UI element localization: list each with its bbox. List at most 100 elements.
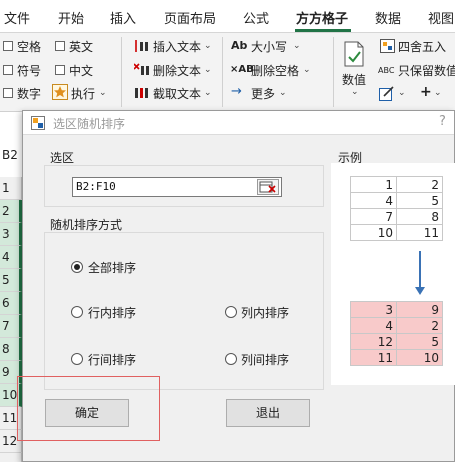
- example-cell: 2: [396, 317, 443, 334]
- plus-icon: +: [420, 84, 432, 100]
- keep-numbers-label: 只保留数值: [398, 64, 455, 78]
- radio-sort-between-rows[interactable]: [71, 353, 83, 365]
- option-label: 列间排序: [241, 353, 290, 367]
- chevron-down-icon: ⌄: [351, 87, 359, 97]
- chevron-down-icon: ⌄: [293, 41, 301, 51]
- round-label: 四舍五入: [398, 40, 447, 54]
- radio-sort-all[interactable]: [71, 261, 83, 273]
- example-row: 12 5: [350, 333, 443, 350]
- range-select-icon: [259, 181, 276, 193]
- dialog-title: 选区随机排序: [53, 117, 126, 131]
- insert-text-icon: [135, 40, 148, 52]
- example-row: 11 10: [350, 349, 443, 366]
- round-icon: [380, 39, 395, 53]
- app-icon: [31, 116, 45, 130]
- radio-sort-between-columns[interactable]: [225, 353, 237, 365]
- ribbon-tabs: 文件 开始 插入 页面布局 公式 方方格子 数据 视图: [0, 0, 455, 33]
- tab-formulas[interactable]: 公式: [243, 8, 269, 27]
- tab-home[interactable]: 开始: [58, 8, 84, 27]
- tab-page-layout[interactable]: 页面布局: [164, 8, 216, 27]
- example-cell: 7: [350, 208, 397, 225]
- example-cell: 5: [396, 192, 443, 209]
- arrow-right-icon: →: [231, 84, 242, 99]
- example-panel: 1 2 4 5 7 8 10 11 3 9 4 2 12 5 11 10: [331, 163, 455, 385]
- row-header[interactable]: 5: [0, 269, 22, 292]
- dialog-titlebar[interactable]: 选区随机排序 ?: [23, 111, 454, 135]
- ok-button-highlight: [17, 376, 160, 441]
- example-cell: 9: [396, 301, 443, 318]
- edit-cell-icon: [379, 86, 394, 101]
- tab-insert[interactable]: 插入: [110, 8, 136, 27]
- star-icon: [52, 84, 68, 100]
- tab-file[interactable]: 文件: [4, 8, 30, 27]
- exit-button[interactable]: 退出: [226, 399, 310, 427]
- chevron-down-icon: ⌄: [204, 41, 212, 51]
- delete-text-icon: [134, 63, 149, 75]
- example-cell: 10: [396, 349, 443, 366]
- chevron-down-icon: ⌄: [204, 88, 212, 98]
- example-row: 45: [350, 192, 443, 209]
- row-header[interactable]: 4: [0, 246, 22, 269]
- option-label: 行间排序: [88, 353, 137, 367]
- option-label: 全部排序: [88, 261, 137, 275]
- sort-mode-group-label: 随机排序方式: [50, 218, 123, 232]
- chevron-down-icon: ⌄: [303, 65, 311, 75]
- tab-view[interactable]: 视图: [428, 8, 454, 27]
- row-header[interactable]: 3: [0, 223, 22, 246]
- range-input[interactable]: B2:F10: [72, 177, 282, 197]
- chevron-down-icon: ⌄: [99, 88, 107, 98]
- radio-sort-within-row[interactable]: [71, 306, 83, 318]
- checkbox-space[interactable]: [3, 41, 13, 51]
- tab-data[interactable]: 数据: [375, 8, 401, 27]
- chevron-down-icon: ⌄: [434, 88, 442, 98]
- checkbox-english[interactable]: [55, 41, 65, 51]
- numeric-label: 数值: [342, 73, 367, 87]
- name-box[interactable]: B2: [0, 143, 22, 167]
- example-cell: 11: [396, 224, 443, 241]
- row-header[interactable]: 8: [0, 338, 22, 361]
- example-cell: 4: [350, 192, 397, 209]
- checkbox-number-label: 数字: [17, 87, 42, 101]
- extract-text-label: 截取文本: [153, 87, 202, 101]
- active-tab-indicator: [295, 29, 351, 32]
- more-label: 更多: [251, 87, 276, 101]
- example-cell: 1: [350, 176, 397, 193]
- checkbox-number[interactable]: [3, 88, 13, 98]
- option-label: 列内排序: [241, 306, 290, 320]
- row-header[interactable]: 6: [0, 292, 22, 315]
- row-header[interactable]: 2: [0, 200, 22, 223]
- help-button[interactable]: ?: [439, 114, 446, 129]
- range-picker-button[interactable]: [257, 179, 279, 195]
- separator: [333, 37, 334, 107]
- arrow-down-icon: [419, 251, 421, 289]
- separator: [222, 37, 223, 107]
- chevron-down-icon: ⌄: [279, 88, 287, 98]
- example-row: 39: [350, 301, 443, 318]
- example-cell: 4: [350, 317, 397, 334]
- checkbox-chinese[interactable]: [55, 65, 65, 75]
- chevron-down-icon: ⌄: [204, 65, 212, 75]
- example-cell: 12: [350, 333, 397, 350]
- row-header[interactable]: 7: [0, 315, 22, 338]
- row-header[interactable]: 1: [0, 177, 22, 200]
- arrow-head: [415, 287, 425, 295]
- case-icon: Ab: [231, 39, 248, 52]
- tab-fangfanggezi[interactable]: 方方格子: [296, 8, 348, 27]
- keep-numbers-icon: ABC: [378, 66, 395, 75]
- example-before-table: 1 2 4 5 7 8 10 11: [350, 176, 443, 241]
- example-after-table: 3 9 4 2 12 5 11 10: [350, 301, 443, 366]
- range-group-label: 选区: [50, 151, 75, 165]
- radio-sort-within-column[interactable]: [225, 306, 237, 318]
- separator: [121, 37, 122, 107]
- checkbox-symbol[interactable]: [3, 65, 13, 75]
- checkbox-symbol-label: 符号: [17, 64, 42, 78]
- example-cell: 3: [350, 301, 397, 318]
- chevron-down-icon: ⌄: [398, 88, 406, 98]
- ribbon: 文件 开始 插入 页面布局 公式 方方格子 数据 视图 空格 英文 符号 中文 …: [0, 0, 455, 112]
- example-cell: 2: [396, 176, 443, 193]
- case-label: 大小写: [251, 40, 288, 54]
- checkbox-space-label: 空格: [17, 40, 42, 54]
- ribbon-commands: 空格 英文 符号 中文 数字 执行 ⌄ 插入文本 ⌄ 删除文本 ⌄ 截取文本 ⌄…: [0, 33, 455, 112]
- extract-text-icon: [135, 88, 148, 98]
- example-cell: 10: [350, 224, 397, 241]
